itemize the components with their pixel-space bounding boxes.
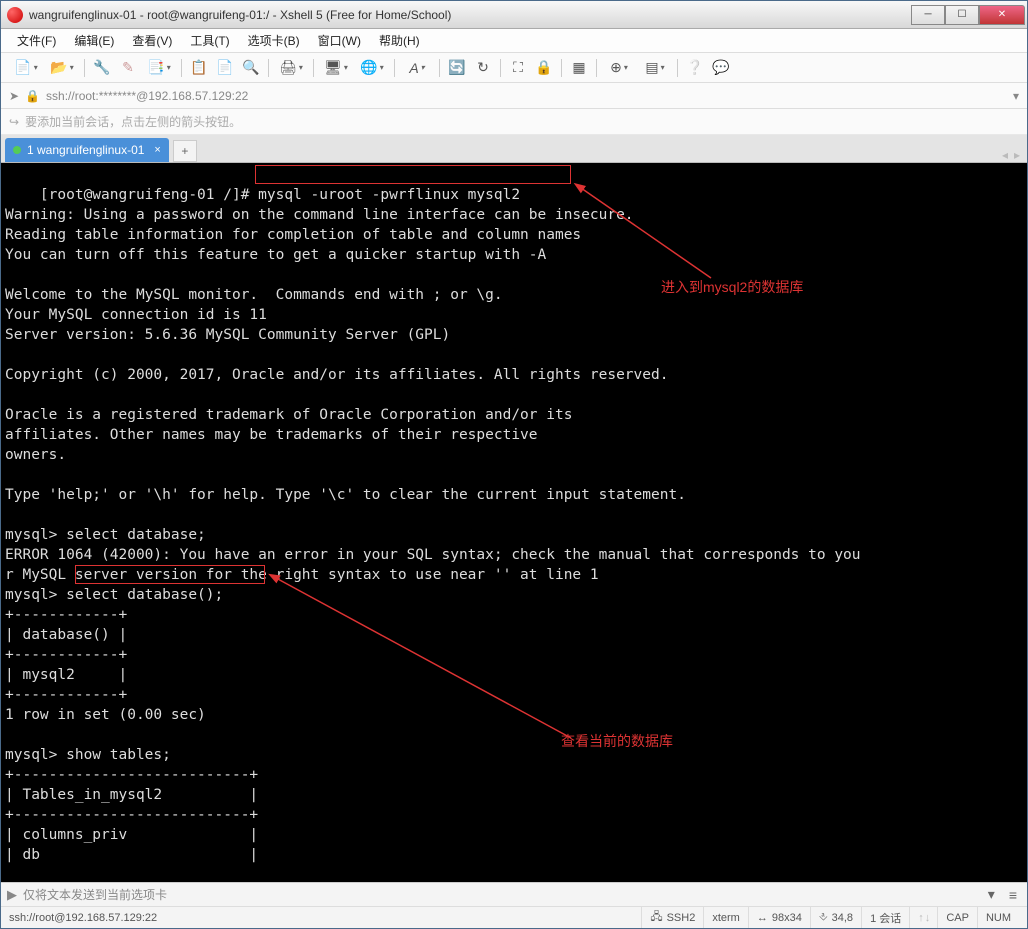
find-button[interactable]: 🔍 [239, 57, 263, 79]
toolbar-separator [561, 59, 562, 77]
arrow-2 [261, 568, 581, 748]
new-session-button[interactable]: 📄 [9, 57, 43, 79]
status-bar: ssh://root@192.168.57.129:22 🖧SSH2 xterm… [1, 906, 1027, 928]
titlebar[interactable]: wangruifenglinux-01 - root@wangruifeng-0… [1, 1, 1027, 29]
tab-next-icon[interactable]: ▸ [1011, 148, 1023, 162]
window-buttons: ─ ☐ ✕ [911, 5, 1025, 25]
disconnect-button[interactable]: ✎ [116, 57, 140, 79]
menu-file[interactable]: 文件(F) [9, 30, 64, 51]
status-ssh: 🖧SSH2 [641, 907, 703, 928]
paste-button[interactable]: 📄 [213, 57, 237, 79]
toolbar-separator [596, 59, 597, 77]
compose-input[interactable]: 仅将文本发送到当前选项卡 [23, 886, 978, 903]
tab-label: 1 wangruifenglinux-01 [27, 143, 144, 157]
screen-button[interactable]: 🖥 [319, 57, 353, 79]
font-button[interactable]: A [400, 57, 434, 79]
address-bar: ➤ 🔒 ssh://root:********@192.168.57.129:2… [1, 83, 1027, 109]
highlight-box-select [75, 565, 265, 584]
lock-icon: 🔒 [25, 89, 40, 103]
comment-button[interactable]: 💬 [709, 57, 733, 79]
toolbar-separator [677, 59, 678, 77]
terminal[interactable]: [root@wangruifeng-01 /]# mysql -uroot -p… [1, 163, 1027, 882]
tab-add-button[interactable]: + [173, 140, 197, 162]
annotation-view-db: 查看当前的数据库 [561, 731, 673, 751]
close-button[interactable]: ✕ [979, 5, 1025, 25]
session-tab[interactable]: 1 wangruifenglinux-01 × [5, 138, 169, 162]
open-button[interactable]: 📂 [45, 57, 79, 79]
window-title: wangruifenglinux-01 - root@wangruifeng-0… [29, 8, 911, 22]
compose-bar: ▶ 仅将文本发送到当前选项卡 ▾ ≡ [1, 882, 1027, 906]
xftp-button[interactable]: 🔄 [445, 57, 469, 79]
toolbar-separator [268, 59, 269, 77]
tip-icon: ↪ [9, 115, 19, 129]
toolbar-separator [313, 59, 314, 77]
menu-tabs[interactable]: 选项卡(B) [240, 30, 308, 51]
toolbar-separator [181, 59, 182, 77]
arrow-icon[interactable]: ➤ [9, 89, 19, 103]
menu-help[interactable]: 帮助(H) [371, 30, 428, 51]
menu-view[interactable]: 查看(V) [124, 30, 180, 51]
toolbar-separator [84, 59, 85, 77]
minimize-button[interactable]: ─ [911, 5, 945, 25]
menu-tools[interactable]: 工具(T) [182, 30, 237, 51]
toolbar-separator [439, 59, 440, 77]
compose-menu-icon[interactable]: ≡ [1005, 887, 1021, 903]
size-icon: ↔ [757, 912, 768, 924]
toolbar: 📄 📂 🔧 ✎ 📑 📋 📄 🔍 🖨 🖥 🌐 A 🔄 ↻ ⛶ 🔒 ▦ ⊕ ▤ ❔ … [1, 53, 1027, 83]
menubar: 文件(F) 编辑(E) 查看(V) 工具(T) 选项卡(B) 窗口(W) 帮助(… [1, 29, 1027, 53]
add-button[interactable]: ⊕ [602, 57, 636, 79]
cursor-icon: ⎀ [819, 911, 828, 924]
compose-dropdown-icon[interactable]: ▾ [984, 886, 999, 903]
arrow-1 [561, 178, 721, 288]
menu-window[interactable]: 窗口(W) [310, 30, 369, 51]
address-text[interactable]: ssh://root:********@192.168.57.129:22 [46, 89, 1007, 103]
status-size: ↔98x34 [748, 907, 810, 928]
print-button[interactable]: 🖨 [274, 57, 308, 79]
app-icon [7, 7, 23, 23]
reconnect-button[interactable]: 🔧 [90, 57, 114, 79]
ssh-icon: 🖧 [650, 908, 662, 927]
tab-bar: 1 wangruifenglinux-01 × + ◂ ▸ [1, 135, 1027, 163]
highlight-box-command [255, 165, 571, 184]
globe-button[interactable]: 🌐 [355, 57, 389, 79]
tip-bar: ↪ 要添加当前会话，点击左侧的箭头按钮。 [1, 109, 1027, 135]
fullscreen-button[interactable]: ⛶ [506, 57, 530, 79]
status-num: NUM [977, 907, 1019, 928]
status-cap: CAP [937, 907, 977, 928]
status-dot-icon [13, 146, 21, 154]
toolbar-separator [394, 59, 395, 77]
props-button[interactable]: 📑 [142, 57, 176, 79]
tab-close-icon[interactable]: × [154, 144, 160, 156]
menu-edit[interactable]: 编辑(E) [66, 30, 122, 51]
app-window: wangruifenglinux-01 - root@wangruifeng-0… [0, 0, 1028, 929]
tab-nav: ◂ ▸ [999, 148, 1023, 162]
dropdown-icon[interactable]: ▾ [1013, 89, 1019, 103]
status-cursor: ⎀34,8 [810, 907, 861, 928]
tab-prev-icon[interactable]: ◂ [999, 148, 1011, 162]
help-button[interactable]: ❔ [683, 57, 707, 79]
copy-button[interactable]: 📋 [187, 57, 211, 79]
status-arrows: ↑ ↓ [909, 907, 937, 928]
status-sessions: 1 会话 [861, 907, 909, 928]
send-icon[interactable]: ▶ [7, 887, 17, 903]
tip-text: 要添加当前会话，点击左侧的箭头按钮。 [25, 113, 241, 130]
status-connection: ssh://root@192.168.57.129:22 [9, 912, 641, 924]
calc-button[interactable]: ▦ [567, 57, 591, 79]
status-term: xterm [703, 907, 748, 928]
lock-button[interactable]: 🔒 [532, 57, 556, 79]
layout-button[interactable]: ▤ [638, 57, 672, 79]
annotation-enter-db: 进入到mysql2的数据库 [661, 277, 803, 297]
maximize-button[interactable]: ☐ [945, 5, 979, 25]
toolbar-separator [500, 59, 501, 77]
refresh-button[interactable]: ↻ [471, 57, 495, 79]
